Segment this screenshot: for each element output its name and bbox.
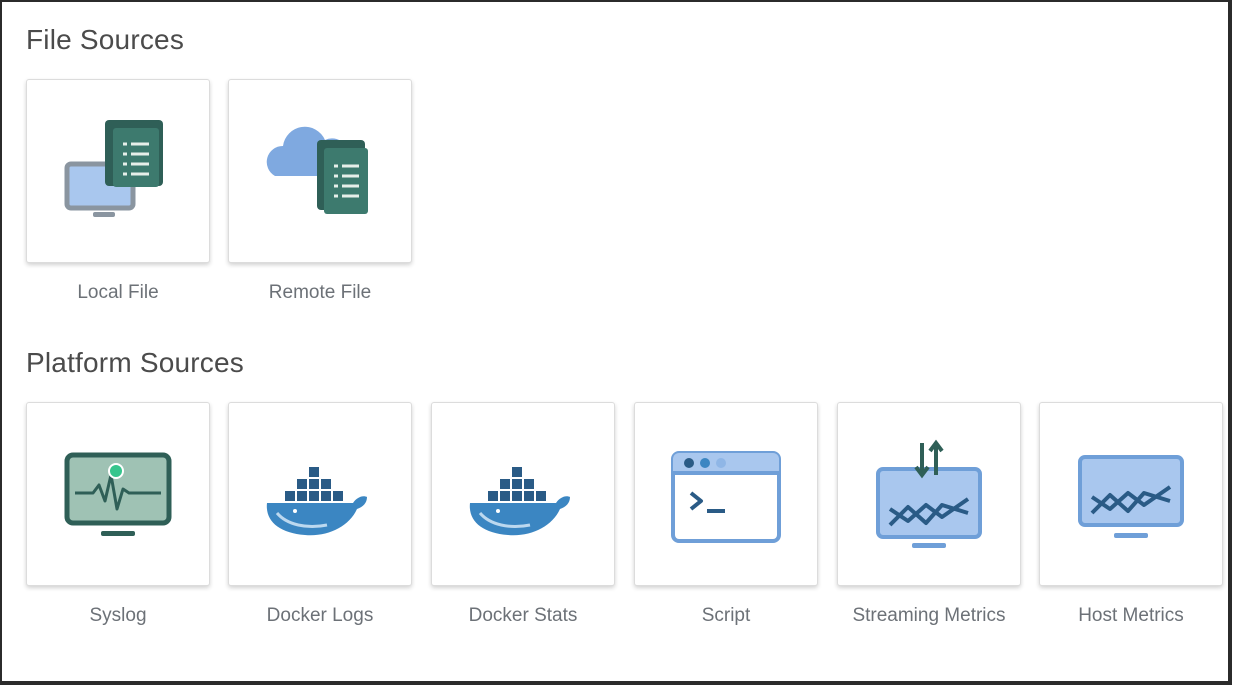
syslog-icon (64, 452, 172, 536)
streaming-metrics-icon (876, 439, 982, 548)
tile-card[interactable] (837, 402, 1021, 586)
remote-file-icon (266, 126, 368, 214)
tile-label: Remote File (268, 282, 372, 303)
docker-icon (469, 467, 570, 536)
tile-card[interactable] (228, 79, 412, 263)
tile-docker-stats[interactable]: Docker Stats (431, 402, 615, 632)
tile-card[interactable] (26, 79, 210, 263)
tile-label: Docker Stats (468, 605, 578, 626)
tile-local-file[interactable]: Local File (26, 79, 210, 309)
section-title-file-sources: File Sources (26, 24, 185, 55)
tile-remote-file[interactable]: Remote File (228, 79, 412, 309)
tile-label: Script (701, 605, 751, 626)
tile-card[interactable] (431, 402, 615, 586)
source-picker-panel: File Sources Local File Remote File Plat… (0, 0, 1232, 685)
tile-streaming-metrics[interactable]: Streaming Metrics (837, 402, 1021, 632)
tile-card[interactable] (26, 402, 210, 586)
section-title-platform-sources: Platform Sources (26, 347, 244, 378)
tile-label: Docker Logs (266, 605, 374, 626)
tile-docker-logs[interactable]: Docker Logs (228, 402, 412, 632)
local-file-icon (64, 120, 163, 217)
host-metrics-icon (1078, 455, 1184, 538)
tile-card[interactable] (228, 402, 412, 586)
tile-host-metrics[interactable]: Host Metrics (1039, 402, 1223, 632)
tile-label: Local File (77, 282, 159, 303)
tile-script[interactable]: Script (634, 402, 818, 632)
tile-card[interactable] (634, 402, 818, 586)
script-icon (671, 451, 781, 543)
tile-label: Syslog (89, 605, 147, 626)
tile-label: Streaming Metrics (852, 605, 1006, 626)
tile-label: Host Metrics (1078, 605, 1184, 626)
tile-card[interactable] (1039, 402, 1223, 586)
tile-syslog[interactable]: Syslog (26, 402, 210, 632)
docker-icon (266, 467, 367, 536)
